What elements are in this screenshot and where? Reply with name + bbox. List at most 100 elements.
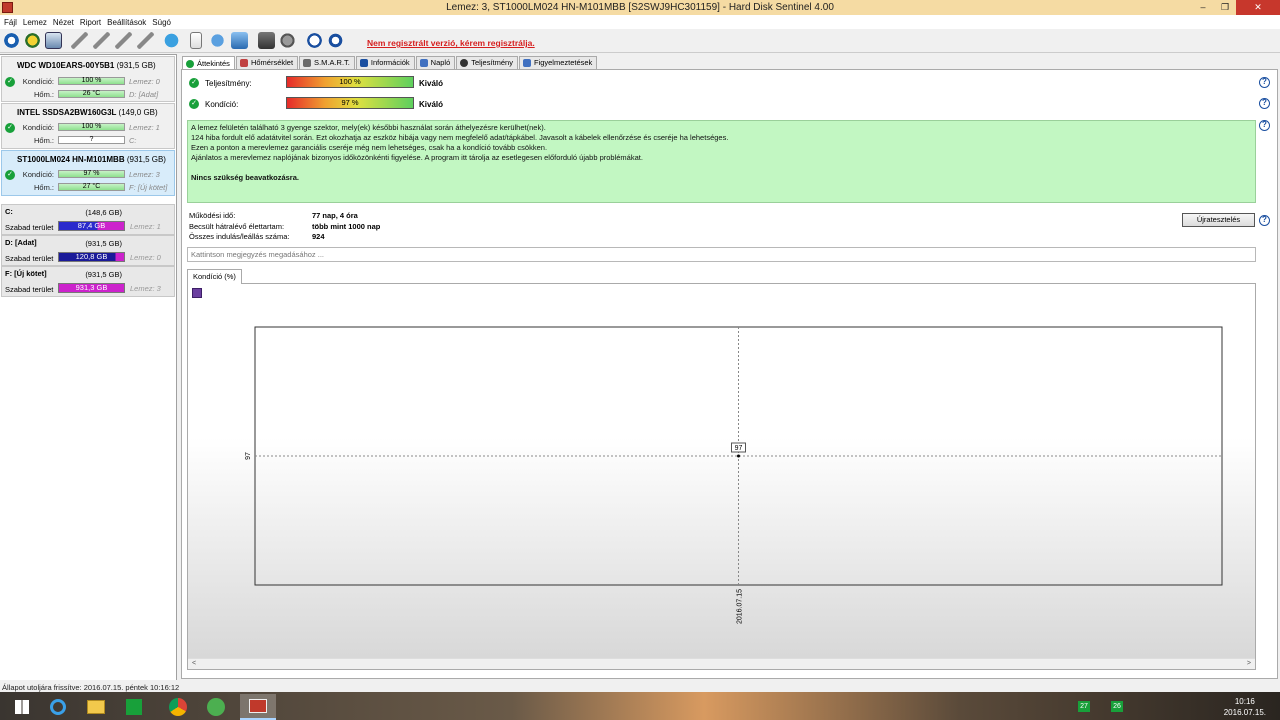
windows-start-icon[interactable]: [4, 694, 40, 720]
menu-bar: Fájl Lemez Nézet Riport Beállítások Súgó: [0, 15, 1280, 29]
disk-name: ST1000LM024 HN-M101MBB (931,5 GB): [17, 155, 166, 164]
x-tick-label: 2016.07.15: [737, 589, 744, 624]
window-controls: – ❐ ✕: [1192, 0, 1280, 15]
temperature-label: Hőm.:: [33, 183, 54, 192]
disk-number: Lemez: 0: [129, 77, 160, 86]
scroll-right-arrow[interactable]: >: [1247, 660, 1251, 667]
menu-settings[interactable]: Beállítások: [107, 15, 150, 29]
tab-health-chart[interactable]: Kondíció (%): [187, 269, 242, 284]
help-icon[interactable]: [306, 32, 323, 49]
chrome-icon[interactable]: [160, 694, 196, 720]
free-space-label: Szabad terület: [5, 285, 54, 294]
tray-temp-1[interactable]: 27: [1078, 701, 1090, 712]
check-icon: ✓: [189, 99, 199, 109]
disk-item[interactable]: WDC WD10EARS-00Y5B1 (931,5 GB) ✓ Kondíci…: [1, 56, 175, 102]
data-point: [737, 454, 740, 458]
disk-number: Lemez: 3: [129, 170, 160, 179]
health-bar: 97 %: [286, 97, 414, 109]
hds-icon[interactable]: [240, 694, 276, 720]
disk-number: Lemez: 1: [129, 123, 160, 132]
disk-size: (149,0 GB): [118, 108, 158, 117]
partition-item[interactable]: F: [Új kötet] (931,5 GB) Szabad terület …: [1, 266, 175, 297]
disk-item[interactable]: INTEL SSDSA2BW160G3L (149,0 GB) ✓ Kondíc…: [1, 103, 175, 149]
test-icon-2[interactable]: [93, 32, 110, 49]
globe-icon[interactable]: [163, 32, 180, 49]
scroll-left-arrow[interactable]: <: [192, 660, 196, 667]
message-line: Ajánlatos a merevlemez naplójának bizony…: [191, 153, 643, 162]
test-icon-4[interactable]: [137, 32, 154, 49]
performance-rating: Kiváló: [419, 79, 444, 88]
disk-item-selected[interactable]: ST1000LM024 HN-M101MBB (931,5 GB) ✓ Kond…: [1, 150, 175, 196]
partition-disk: Lemez: 3: [130, 284, 161, 293]
test-icon[interactable]: [71, 32, 88, 49]
partition-item[interactable]: C: (148,6 GB) Szabad terület 87,4 GB Lem…: [1, 204, 175, 235]
check-icon: [186, 59, 194, 68]
health-message: A lemez felületén található 3 gyenge sze…: [187, 120, 1256, 203]
help-icon[interactable]: ?: [1259, 215, 1270, 226]
maximize-button[interactable]: ❐: [1214, 0, 1236, 15]
free-space-bar: 931,3 GB: [58, 283, 125, 293]
close-button[interactable]: ✕: [1236, 0, 1280, 15]
info-icon[interactable]: [327, 32, 344, 49]
tab-label: S.M.A.R.T.: [314, 58, 350, 67]
help-icon[interactable]: ?: [1259, 120, 1270, 131]
stat-label: Összes indulás/leállás száma:: [189, 232, 290, 241]
refresh-icon[interactable]: [3, 32, 20, 49]
disk-name: WDC WD10EARS-00Y5B1 (931,5 GB): [17, 61, 156, 70]
free-space-bar: 120,8 GB: [58, 252, 125, 262]
help-icon[interactable]: ?: [1259, 98, 1270, 109]
disk-model: INTEL SSDSA2BW160G3L: [17, 108, 117, 117]
horizontal-scrollbar[interactable]: < >: [188, 658, 1255, 669]
temperature-bar: ?: [58, 136, 125, 144]
partition-item[interactable]: D: [Adat] (931,5 GB) Szabad terület 120,…: [1, 235, 175, 266]
settings-icon[interactable]: [258, 32, 275, 49]
ie-icon[interactable]: [40, 694, 76, 720]
tab-temperature[interactable]: Hőmérséklet: [235, 56, 299, 69]
performance-label: Teljesítmény:: [205, 79, 252, 88]
tab-smart[interactable]: S.M.A.R.T.: [299, 56, 355, 69]
drive-letters: D: [Adat]: [129, 90, 159, 99]
store-icon[interactable]: [116, 694, 152, 720]
tab-label: Napló: [430, 58, 451, 67]
partition-size: (931,5 GB): [85, 239, 122, 248]
disk-info-icon[interactable]: [24, 32, 41, 49]
taskbar-clock[interactable]: 10:16 2016.07.15.: [1224, 696, 1266, 718]
tab-alerts[interactable]: Figyelmeztetések: [518, 56, 598, 69]
note-input[interactable]: Kattintson megjegyzés megadásához ...: [187, 247, 1256, 262]
partition-disk: Lemez: 0: [130, 253, 161, 262]
menu-help[interactable]: Súgó: [152, 15, 175, 29]
menu-view[interactable]: Nézet: [53, 15, 78, 29]
utorrent-icon[interactable]: [198, 694, 234, 720]
minimize-button[interactable]: –: [1192, 0, 1214, 15]
overview-content: ✓ Teljesítmény: 100 % Kiváló ? ✓ Kondíci…: [181, 69, 1278, 679]
tray-temp-2[interactable]: 26: [1111, 701, 1123, 712]
tab-performance[interactable]: Teljesítmény: [456, 56, 518, 69]
disk-icon[interactable]: [45, 32, 62, 49]
message-line: Ezen a ponton a merevlemez garanciális c…: [191, 143, 548, 152]
menu-report[interactable]: Riport: [80, 15, 105, 29]
health-bar: 100 %: [58, 77, 125, 85]
menu-file[interactable]: Fájl: [4, 15, 21, 29]
menu-disk[interactable]: Lemez: [23, 15, 51, 29]
monitor-icon[interactable]: [279, 32, 296, 49]
registration-link[interactable]: Nem regisztrált verzió, kérem regisztrál…: [367, 38, 535, 48]
free-space-label: Szabad terület: [5, 254, 54, 263]
partition-name: D: [Adat]: [5, 238, 37, 247]
tab-log[interactable]: Napló: [415, 56, 456, 69]
info-icon: [359, 59, 368, 67]
stat-value: több mint 1000 nap: [312, 221, 381, 231]
health-label: Kondíció:: [22, 123, 54, 132]
health-chart: 97 97 2016.07.15 < >: [187, 283, 1256, 670]
tab-overview[interactable]: Áttekintés: [182, 56, 235, 70]
network-icon[interactable]: [231, 32, 248, 49]
disk-model: WDC WD10EARS-00Y5B1: [17, 61, 115, 70]
explorer-icon[interactable]: [78, 694, 114, 720]
temperature-label: Hőm.:: [33, 90, 54, 99]
report-icon[interactable]: [190, 32, 202, 49]
retest-button[interactable]: Újratesztelés: [1182, 213, 1255, 227]
help-icon[interactable]: ?: [1259, 77, 1270, 88]
status-bar: Állapot utoljára frissítve: 2016.07.15. …: [2, 683, 180, 692]
send-icon[interactable]: [209, 32, 226, 49]
test-icon-3[interactable]: [115, 32, 132, 49]
tab-information[interactable]: Információk: [355, 56, 415, 69]
